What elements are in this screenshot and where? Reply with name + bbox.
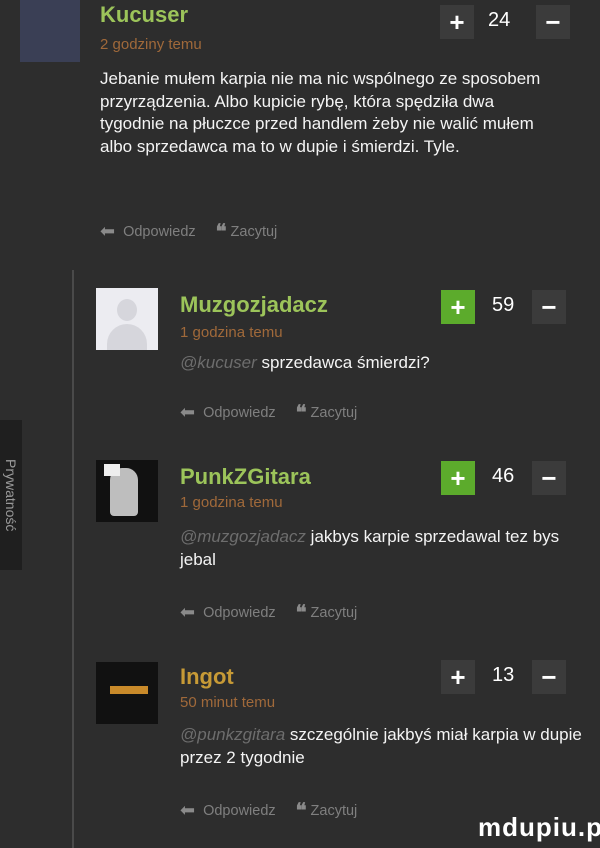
comment-actions: ⬅ Odpowiedz ❛❛ Zacytuj (100, 219, 277, 244)
reply-link[interactable]: Odpowiedz (123, 224, 196, 240)
plus-icon: + (450, 292, 466, 322)
comment-timestamp: 1 godzina temu (180, 324, 283, 341)
minus-icon: − (545, 7, 561, 37)
avatar[interactable] (96, 460, 158, 522)
quote-link[interactable]: Zacytuj (311, 405, 358, 421)
avatar-flag (104, 464, 120, 476)
mention-link[interactable]: @punkzgitara (180, 725, 285, 744)
comment-timestamp: 50 minut temu (180, 694, 276, 711)
downvote-button[interactable]: − (532, 290, 566, 324)
plus-icon: + (449, 7, 465, 37)
reply-arrow-icon[interactable]: ⬅ (100, 221, 115, 242)
plus-icon: + (450, 463, 466, 493)
watermark: mdupiu.pl (478, 812, 600, 842)
downvote-button[interactable]: − (536, 5, 570, 39)
quote-icon[interactable]: ❛❛ (296, 798, 307, 823)
mention-link[interactable]: @muzgozjadacz (180, 527, 306, 546)
thread-line (72, 270, 74, 848)
comment-username[interactable]: Muzgozjadacz (180, 292, 328, 318)
minus-icon: − (541, 292, 557, 322)
quote-icon[interactable]: ❛❛ (216, 219, 227, 244)
comment-text: @kucuser sprzedawca śmierdzi? (180, 352, 580, 375)
reply-arrow-icon[interactable]: ⬅ (180, 402, 195, 423)
avatar[interactable] (20, 0, 80, 62)
reply-arrow-icon[interactable]: ⬅ (180, 602, 195, 623)
avatar[interactable] (96, 662, 158, 724)
reply-link[interactable]: Odpowiedz (203, 605, 276, 621)
downvote-button[interactable]: − (532, 461, 566, 495)
vote-score: 24 (488, 9, 511, 31)
vote-score: 46 (492, 465, 515, 487)
reply-link[interactable]: Odpowiedz (203, 803, 276, 819)
avatar-graphic (110, 686, 148, 694)
upvote-button[interactable]: + (440, 5, 474, 39)
quote-link[interactable]: Zacytuj (311, 803, 358, 819)
comment-text: Jebanie mułem karpia nie ma nic wspólneg… (100, 69, 541, 156)
comment-username[interactable]: Kucuser (100, 2, 188, 28)
upvote-button[interactable]: + (441, 660, 475, 694)
vote-score: 59 (492, 294, 515, 316)
privacy-side-tab[interactable]: Prywatność (0, 420, 22, 570)
reply-arrow-icon[interactable]: ⬅ (180, 800, 195, 821)
quote-link[interactable]: Zacytuj (231, 224, 278, 240)
minus-icon: − (541, 463, 557, 493)
plus-icon: + (450, 662, 466, 692)
comment-actions: ⬅ Odpowiedz ❛❛ Zacytuj (180, 400, 357, 425)
comment-timestamp: 1 godzina temu (180, 494, 283, 511)
comment-username[interactable]: Ingot (180, 664, 234, 690)
mention-link[interactable]: @kucuser (180, 353, 257, 372)
comment-text: @muzgozjadacz jakbys karpie sprzedawal t… (180, 526, 580, 571)
reply-link[interactable]: Odpowiedz (203, 405, 276, 421)
avatar[interactable] (96, 288, 158, 350)
vote-score: 13 (492, 664, 515, 686)
comment-actions: ⬅ Odpowiedz ❛❛ Zacytuj (180, 798, 357, 823)
privacy-side-tab-label: Prywatność (3, 458, 19, 532)
comment-actions: ⬅ Odpowiedz ❛❛ Zacytuj (180, 600, 357, 625)
upvote-button[interactable]: + (441, 290, 475, 324)
upvote-button[interactable]: + (441, 461, 475, 495)
minus-icon: − (541, 662, 557, 692)
comment-text-body: sprzedawca śmierdzi? (261, 353, 430, 372)
quote-icon[interactable]: ❛❛ (296, 400, 307, 425)
comment-username[interactable]: PunkZGitara (180, 464, 311, 490)
downvote-button[interactable]: − (532, 660, 566, 694)
quote-icon[interactable]: ❛❛ (296, 600, 307, 625)
quote-link[interactable]: Zacytuj (311, 605, 358, 621)
comment-timestamp: 2 godziny temu (100, 36, 202, 53)
comment-text: @punkzgitara szczególnie jakbyś miał kar… (180, 724, 592, 769)
